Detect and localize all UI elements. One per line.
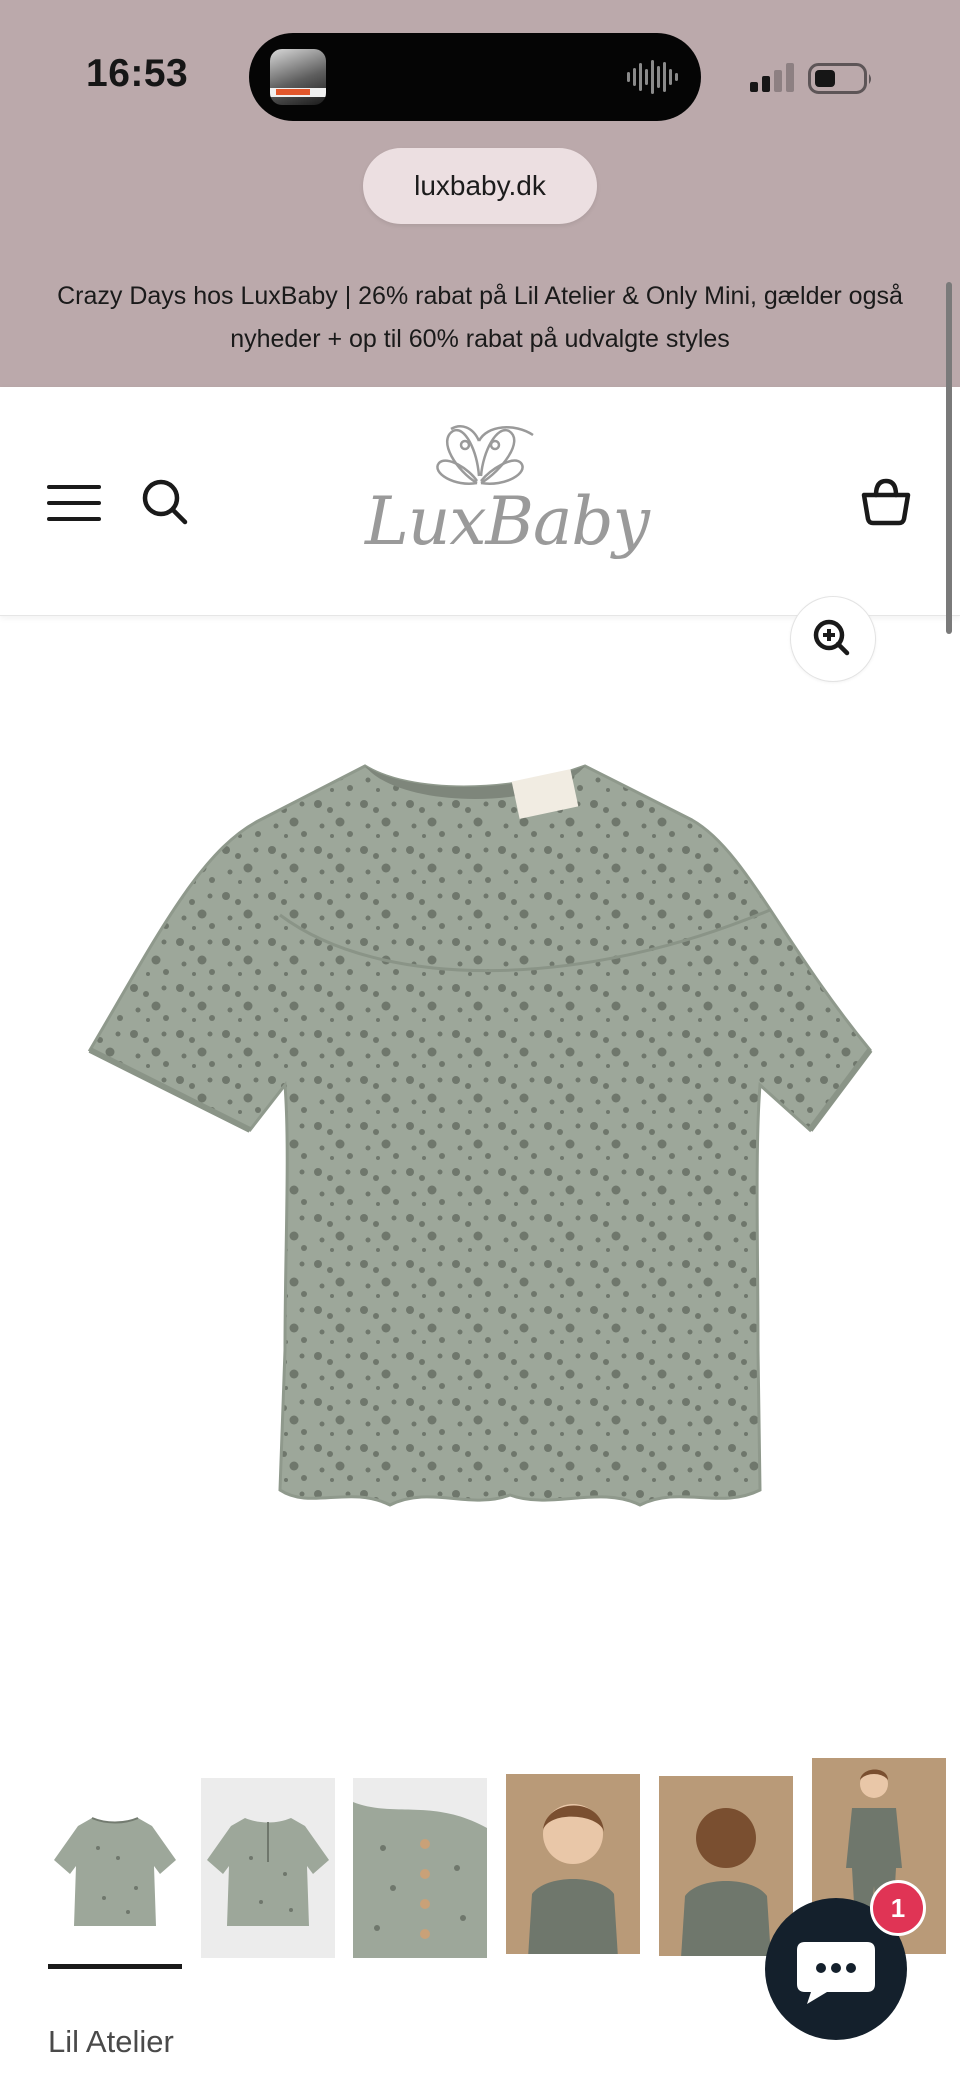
status-time: 16:53 (86, 52, 189, 95)
zoom-button[interactable] (790, 596, 876, 682)
menu-button[interactable] (47, 483, 101, 523)
site-header: LuxBaby (0, 387, 960, 616)
zoom-in-icon (813, 619, 850, 656)
promo-banner-text[interactable]: Crazy Days hos LuxBaby | 26% rabat på Li… (40, 275, 920, 361)
page-scrollbar[interactable] (946, 282, 952, 634)
top-area: 16:53 luxbaby.dk Crazy Days hos LuxBaby … (0, 0, 960, 387)
basket-icon[interactable] (858, 473, 914, 529)
hamburger-icon (47, 485, 101, 489)
site-logo[interactable]: LuxBaby (365, 421, 650, 581)
search-icon[interactable] (140, 477, 190, 527)
thumbnail-detail-view[interactable] (353, 1778, 487, 1958)
thumbnail-front-view[interactable] (48, 1778, 182, 1958)
battery-icon (808, 63, 871, 94)
url-bar[interactable]: luxbaby.dk (363, 148, 597, 224)
thumbnail-model-front[interactable] (506, 1774, 640, 1954)
cellular-signal-icon (750, 63, 794, 92)
thumbnail-back-view[interactable] (201, 1778, 335, 1958)
product-brand[interactable]: Lil Atelier (48, 2024, 174, 2060)
now-playing-artwork (270, 49, 326, 105)
chat-notification-badge: 1 (870, 1880, 926, 1936)
audio-waveform-icon (627, 60, 678, 94)
dynamic-island[interactable] (249, 33, 701, 121)
thumbnail-active-indicator (48, 1964, 182, 1969)
product-image[interactable] (80, 750, 880, 1510)
logo-text: LuxBaby (365, 483, 650, 560)
